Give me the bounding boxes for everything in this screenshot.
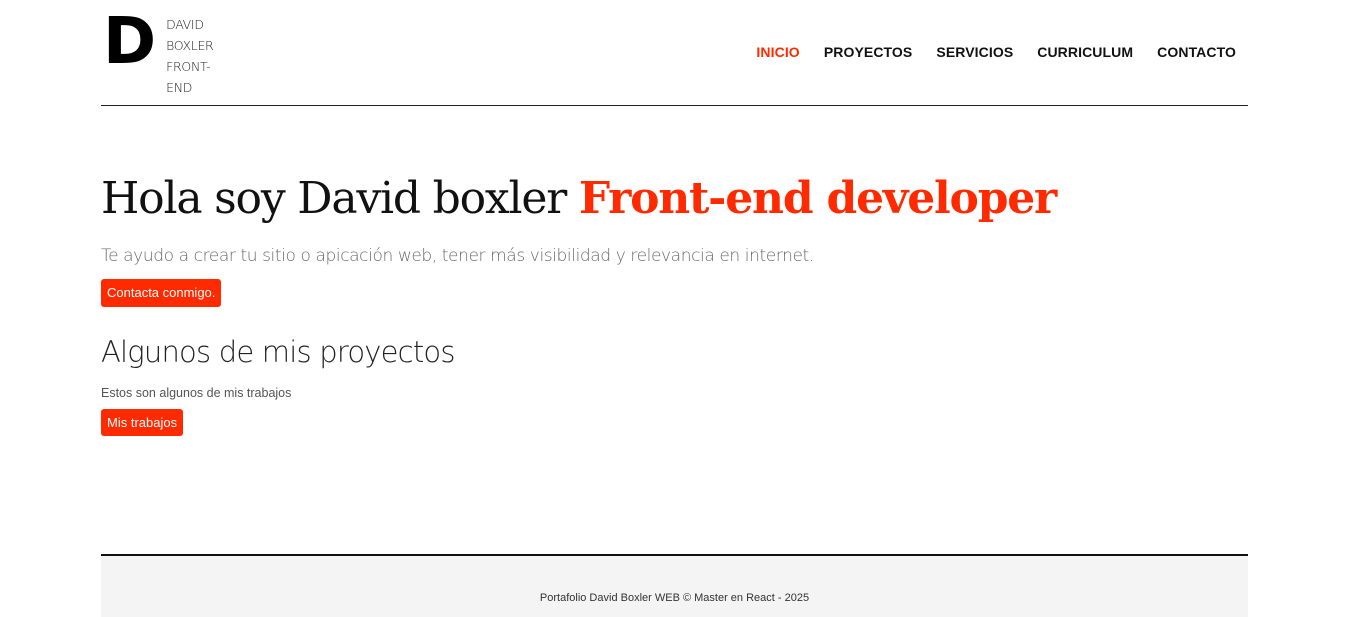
my-work-button[interactable]: Mis trabajos [101, 409, 184, 436]
nav-item-inicio[interactable]: INICIO [756, 44, 799, 60]
hero-title: Hola soy David boxler Front-end develope… [101, 170, 1057, 228]
projects-title: Algunos de mis proyectos [101, 335, 455, 369]
logo[interactable]: D DAVID BOXLER FRONT-END [103, 10, 228, 98]
logo-text: DAVID BOXLER FRONT-END [166, 17, 214, 95]
main-nav: INICIO PROYECTOS SERVICIOS CURRICULUM CO… [756, 44, 1236, 60]
projects-description: Estos son algunos de mis trabajos [101, 386, 292, 400]
hero-subtitle: Te ayudo a crear tu sitio o apicación we… [101, 246, 814, 266]
logo-letter: D [103, 5, 156, 79]
nav-item-proyectos[interactable]: PROYECTOS [824, 44, 913, 60]
contact-button[interactable]: Contacta conmigo. [101, 279, 222, 307]
nav-item-servicios[interactable]: SERVICIOS [936, 44, 1013, 60]
hero-title-accent: Front-end developer [578, 173, 1057, 224]
page-layout: D DAVID BOXLER FRONT-END INICIO PROYECTO… [101, 0, 1248, 617]
site-footer: Portafolio David Boxler WEB © Master en … [101, 554, 1248, 617]
hero-title-prefix: Hola soy David boxler [101, 173, 567, 224]
footer-text: Portafolio David Boxler WEB © Master en … [539, 592, 810, 604]
site-header: D DAVID BOXLER FRONT-END INICIO PROYECTO… [101, 0, 1248, 106]
nav-item-curriculum[interactable]: CURRICULUM [1037, 44, 1133, 60]
nav-item-contacto[interactable]: CONTACTO [1157, 44, 1236, 60]
